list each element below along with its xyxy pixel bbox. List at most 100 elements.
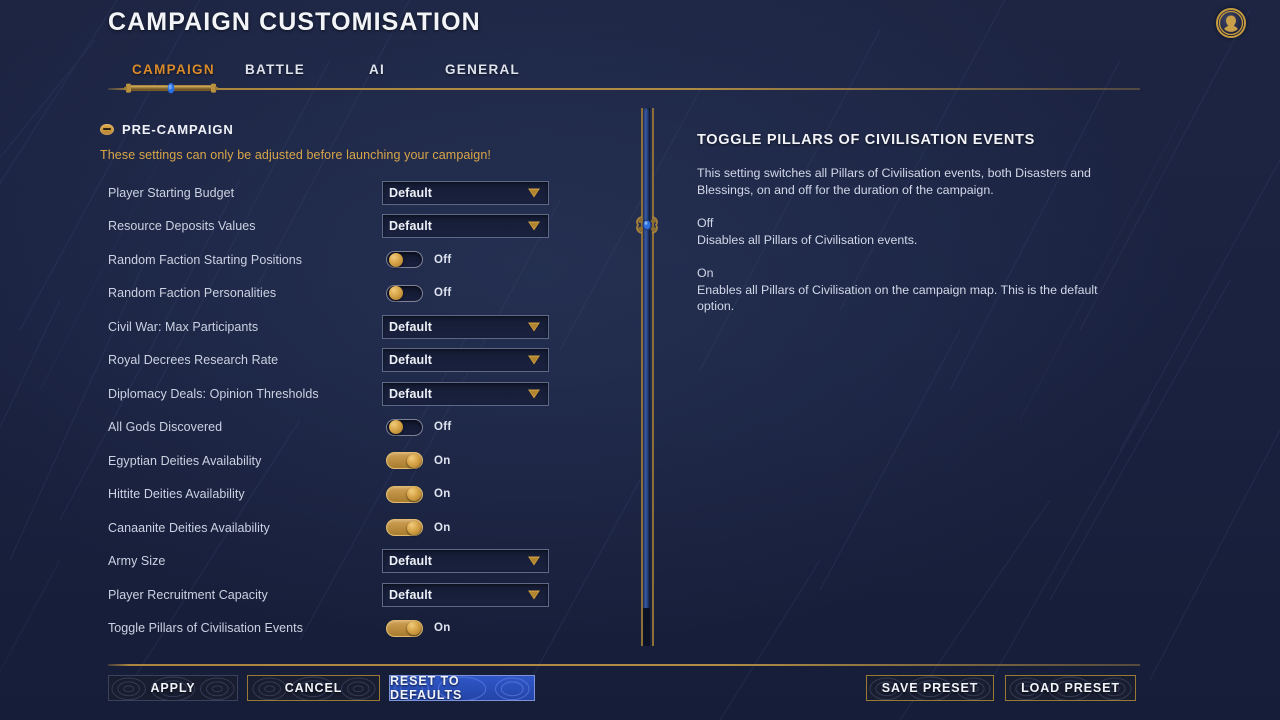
- info-panel-title: TOGGLE PILLARS OF CIVILISATION EVENTS: [697, 132, 1035, 148]
- setting-dropdown-value: Default: [389, 353, 433, 368]
- setting-row: Toggle Pillars of Civilisation Events On: [100, 612, 570, 646]
- reset-to-defaults-button[interactable]: RESET TO DEFAULTS: [389, 675, 535, 701]
- setting-dropdown[interactable]: Default: [382, 180, 549, 205]
- setting-label: Army Size: [108, 554, 166, 569]
- cancel-button[interactable]: CANCEL: [247, 675, 380, 701]
- setting-row: All Gods Discovered Off: [100, 411, 570, 445]
- scrollbar-track[interactable]: [643, 108, 650, 646]
- setting-row: Royal Decrees Research Rate Default: [100, 344, 570, 378]
- setting-label: Canaanite Deities Availability: [108, 520, 270, 535]
- setting-label: Random Faction Starting Positions: [108, 252, 303, 267]
- active-tab-indicator: [124, 83, 218, 94]
- setting-row: Resource Deposits Values Default: [100, 210, 570, 244]
- setting-toggle[interactable]: [386, 452, 423, 470]
- setting-toggle-label: Off: [434, 287, 452, 300]
- setting-dropdown[interactable]: Default: [382, 348, 549, 373]
- save-preset-button[interactable]: SAVE PRESET: [866, 675, 994, 701]
- setting-toggle[interactable]: [386, 284, 423, 302]
- settings-group-subtitle: These settings can only be adjusted befo…: [100, 148, 491, 162]
- setting-row: Civil War: Max Participants Default: [100, 310, 570, 344]
- setting-row: Canaanite Deities Availability On: [100, 511, 570, 545]
- setting-dropdown[interactable]: Default: [382, 549, 549, 574]
- chevron-down-icon[interactable]: [527, 321, 541, 332]
- scroll-handle-gem-icon[interactable]: [634, 210, 660, 240]
- setting-toggle-label: On: [434, 521, 451, 534]
- save-preset-button-label: SAVE PRESET: [881, 681, 979, 695]
- chevron-down-icon[interactable]: [527, 589, 541, 600]
- setting-toggle-wrapper: On: [386, 619, 451, 637]
- tab-general[interactable]: GENERAL: [445, 62, 520, 77]
- setting-toggle-wrapper: On: [386, 519, 451, 537]
- settings-group-title: PRE-CAMPAIGN: [122, 121, 234, 137]
- toggle-knob: [406, 621, 421, 636]
- setting-toggle-wrapper: Off: [386, 251, 452, 269]
- setting-dropdown-value: Default: [389, 319, 433, 334]
- scrollbar-track-end: [643, 608, 650, 646]
- setting-dropdown[interactable]: Default: [382, 381, 549, 406]
- setting-toggle-label: On: [434, 488, 451, 501]
- chevron-down-icon[interactable]: [527, 556, 541, 567]
- toggle-knob: [388, 286, 403, 301]
- cancel-button-label: CANCEL: [284, 681, 343, 695]
- chevron-down-icon[interactable]: [527, 221, 541, 232]
- toggle-knob: [388, 252, 403, 267]
- setting-toggle-label: Off: [434, 253, 452, 266]
- toggle-knob: [388, 420, 403, 435]
- setting-dropdown-value: Default: [389, 386, 433, 401]
- load-preset-button[interactable]: LOAD PRESET: [1005, 675, 1136, 701]
- setting-dropdown-value: Default: [389, 587, 433, 602]
- setting-row: Random Faction Personalities Off: [100, 277, 570, 311]
- setting-label: Diplomacy Deals: Opinion Thresholds: [108, 386, 319, 401]
- setting-row: Army Size Default: [100, 545, 570, 579]
- setting-row: Random Faction Starting Positions Off: [100, 243, 570, 277]
- setting-toggle-wrapper: Off: [386, 418, 452, 436]
- setting-dropdown[interactable]: Default: [382, 314, 549, 339]
- setting-dropdown[interactable]: Default: [382, 214, 549, 239]
- apply-button-label: APPLY: [150, 681, 196, 695]
- setting-dropdown-value: Default: [389, 554, 433, 569]
- setting-row: Diplomacy Deals: Opinion Thresholds Defau…: [100, 377, 570, 411]
- load-preset-button-label: LOAD PRESET: [1021, 681, 1120, 695]
- page-title: CAMPAIGN CUSTOMISATION: [108, 8, 481, 36]
- setting-toggle-label: On: [434, 622, 451, 635]
- setting-toggle-wrapper: On: [386, 485, 451, 503]
- info-panel: TOGGLE PILLARS OF CIVILISATION EVENTS Th…: [697, 132, 1117, 315]
- minus-circle-icon[interactable]: [100, 123, 114, 135]
- chevron-down-icon[interactable]: [527, 187, 541, 198]
- setting-row: Hittite Deities Availability On: [100, 478, 570, 512]
- setting-dropdown[interactable]: Default: [382, 582, 549, 607]
- info-panel-description: This setting switches all Pillars of Civ…: [697, 166, 1091, 197]
- setting-dropdown-value: Default: [389, 185, 433, 200]
- settings-group-header[interactable]: PRE-CAMPAIGN: [100, 120, 570, 138]
- scrollbar-rail-right: [652, 108, 654, 646]
- setting-toggle-wrapper: Off: [386, 284, 452, 302]
- apply-button[interactable]: APPLY: [108, 675, 238, 701]
- tab-battle[interactable]: BATTLE: [245, 62, 305, 77]
- chevron-down-icon[interactable]: [527, 388, 541, 399]
- setting-dropdown-value: Default: [389, 219, 433, 234]
- setting-label: All Gods Discovered: [108, 420, 223, 435]
- setting-toggle[interactable]: [386, 619, 423, 637]
- reset-to-defaults-button-label: RESET TO DEFAULTS: [390, 675, 463, 701]
- chevron-down-icon[interactable]: [527, 355, 541, 366]
- settings-list: Player Starting Budget Default Resource De…: [100, 176, 570, 645]
- setting-row: Player Starting Budget Default: [100, 176, 570, 210]
- setting-label: Egyptian Deities Availability: [108, 453, 262, 468]
- setting-label: Royal Decrees Research Rate: [108, 353, 279, 368]
- tab-bar-rule: [108, 88, 1140, 90]
- setting-toggle[interactable]: [386, 251, 423, 269]
- user-bust-medallion-icon[interactable]: [1216, 8, 1246, 38]
- setting-toggle-label: Off: [434, 421, 452, 434]
- setting-label: Civil War: Max Participants: [108, 319, 259, 334]
- tab-campaign[interactable]: CAMPAIGN: [132, 62, 215, 77]
- setting-label: Toggle Pillars of Civilisation Events: [108, 621, 303, 636]
- setting-row: Egyptian Deities Availability On: [100, 444, 570, 478]
- setting-toggle[interactable]: [386, 519, 423, 537]
- setting-toggle[interactable]: [386, 485, 423, 503]
- setting-toggle[interactable]: [386, 418, 423, 436]
- vertical-scrollbar[interactable]: [636, 108, 658, 646]
- tab-ai[interactable]: AI: [369, 62, 385, 77]
- toggle-knob: [406, 453, 421, 468]
- setting-row: Player Recruitment Capacity Default: [100, 578, 570, 612]
- setting-label: Random Faction Personalities: [108, 286, 277, 301]
